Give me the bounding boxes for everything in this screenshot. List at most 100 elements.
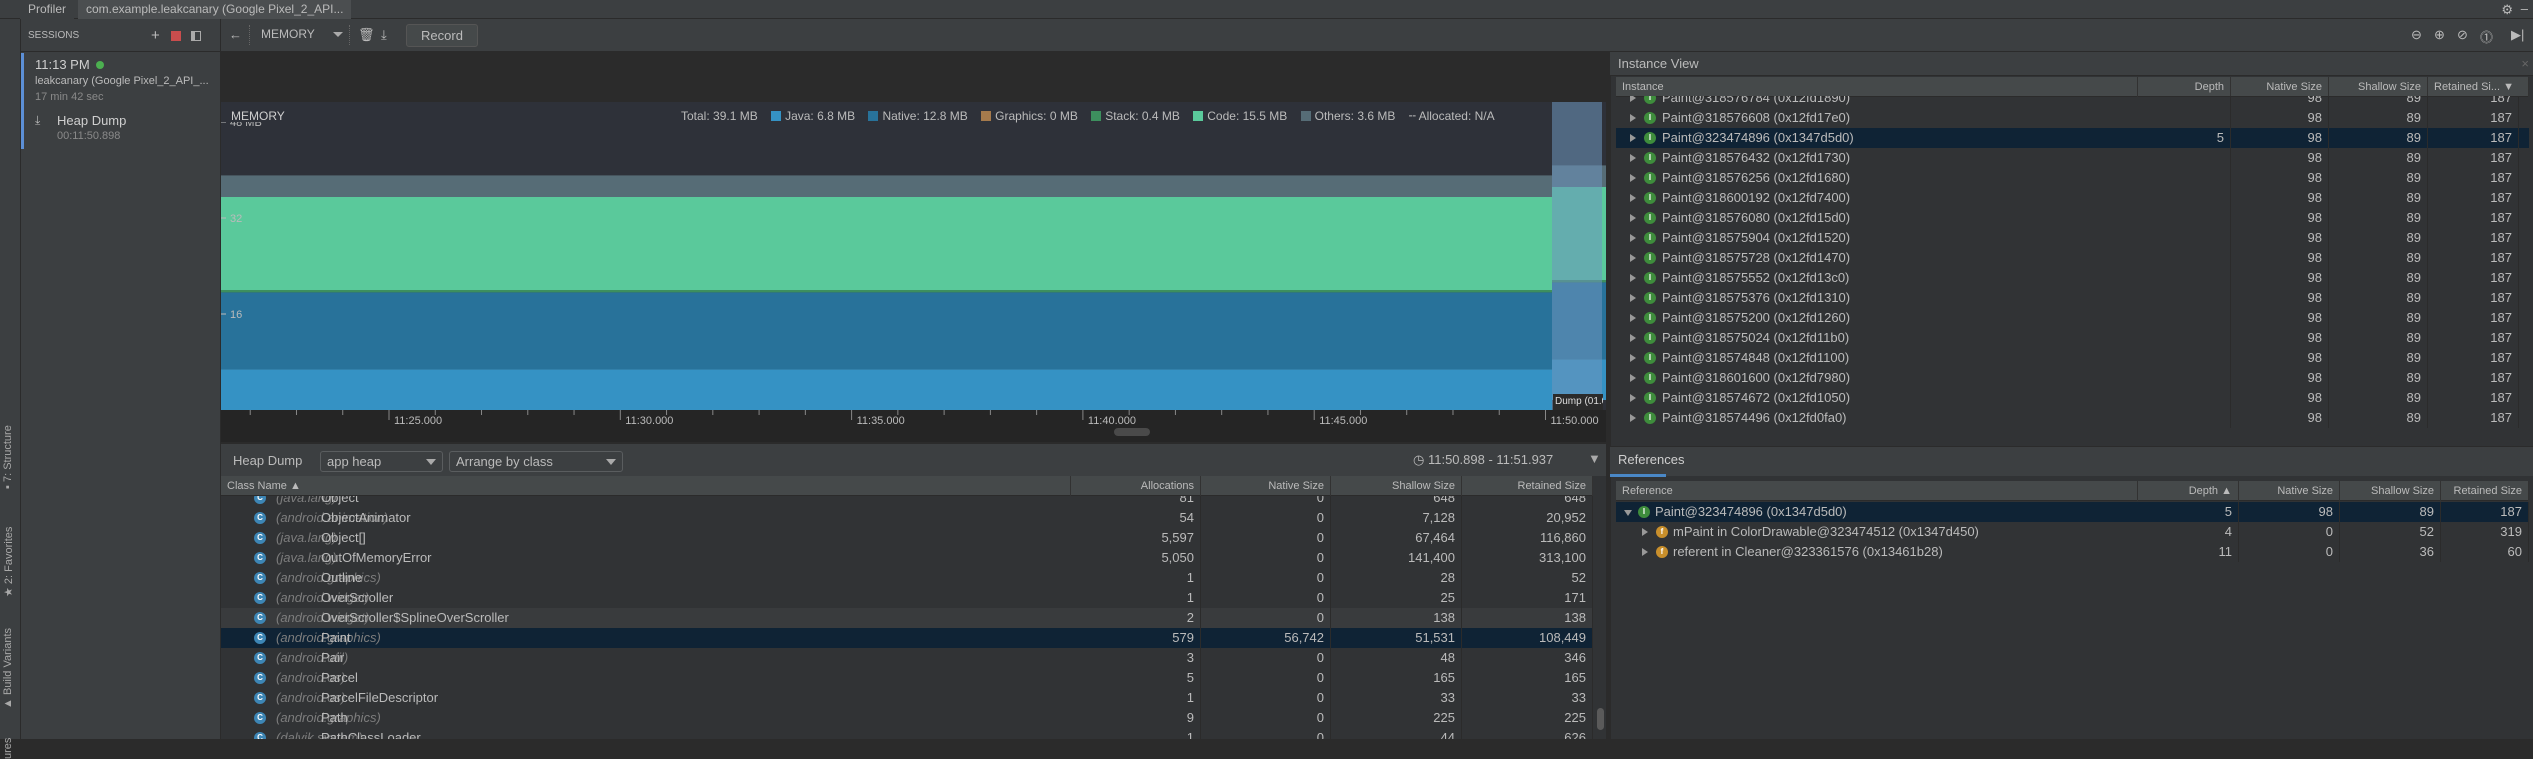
tab-references[interactable]: References	[1610, 447, 1684, 477]
col-retained-size[interactable]: Retained Size	[1462, 476, 1593, 496]
profiler-selector[interactable]: MEMORY	[261, 27, 343, 41]
expand-icon[interactable]	[1630, 414, 1636, 422]
expand-icon[interactable]	[1630, 114, 1636, 122]
col-native-size[interactable]: Native Size	[2231, 77, 2329, 97]
arrange-select[interactable]: Arrange by class	[449, 451, 623, 472]
col-depth[interactable]: Depth ▲	[2138, 481, 2239, 501]
col-reference[interactable]: Reference	[1616, 481, 2138, 501]
zoom-out-icon[interactable]: ⊖	[2411, 27, 2422, 43]
tab-captures[interactable]: ures	[2, 738, 14, 759]
go-live-icon[interactable]: ▶|	[2511, 27, 2524, 43]
expand-icon[interactable]	[1630, 374, 1636, 382]
tab-profiler[interactable]: Profiler	[20, 0, 75, 19]
class-row[interactable]: C Object[] (java.lang) 5,597 0 67,464 116,860	[221, 528, 1593, 548]
expand-icon[interactable]	[1630, 134, 1636, 142]
expand-icon[interactable]	[1642, 548, 1648, 556]
expand-icon[interactable]	[1630, 274, 1636, 282]
instance-row[interactable]: I Paint@318575024 (0x12fd11b0) 98 89 187	[1616, 328, 2529, 348]
instance-row[interactable]: I Paint@318575728 (0x12fd1470) 98 89 187	[1616, 248, 2529, 268]
minimize-icon[interactable]: –	[2521, 1, 2528, 16]
col-shallow-size[interactable]: Shallow Size	[2329, 77, 2428, 97]
timeline-scrollbar[interactable]	[1114, 428, 1150, 436]
gear-icon[interactable]: ⚙	[2501, 2, 2513, 18]
collapse-panel-icon[interactable]	[191, 31, 201, 41]
tab-session[interactable]: com.example.leakcanary (Google Pixel_2_A…	[78, 0, 352, 19]
heap-dump-selection[interactable]	[1552, 102, 1602, 412]
instance-row[interactable]: I Paint@318576784 (0x12fd1890) 98 89 187	[1616, 96, 2529, 108]
class-row[interactable]: C ParcelFileDescriptor (android.os) 1 0 33 33	[221, 688, 1593, 708]
col-retained-size[interactable]: Retained Size	[2441, 481, 2529, 501]
class-row[interactable]: C OverScroller (android.widget) 1 0 25 171	[221, 588, 1593, 608]
tab-build-variants[interactable]: ▲ Build Variants	[2, 628, 14, 709]
filter-icon[interactable]: ▼	[1588, 451, 1601, 466]
record-button[interactable]: Record	[406, 24, 478, 47]
instance-row[interactable]: I Paint@323474896 (0x1347d5d0) 5 98 89 187	[1616, 128, 2529, 148]
reset-zoom-icon[interactable]: ⊘	[2457, 27, 2468, 43]
expand-icon[interactable]	[1630, 354, 1636, 362]
session-item[interactable]: 11:13 PM leakcanary (Google Pixel_2_API_…	[21, 53, 221, 149]
col-instance[interactable]: Instance	[1616, 77, 2138, 97]
trash-icon[interactable]: 🗑	[358, 27, 375, 43]
expand-icon[interactable]	[1630, 334, 1636, 342]
expand-icon[interactable]	[1630, 234, 1636, 242]
stop-session-icon[interactable]	[171, 31, 181, 41]
class-table-scrollbar[interactable]	[1597, 708, 1604, 730]
instance-row[interactable]: I Paint@318574848 (0x12fd1100) 98 89 187	[1616, 348, 2529, 368]
class-row[interactable]: C Parcel (android.os) 5 0 165 165	[221, 668, 1593, 688]
close-icon[interactable]: ×	[2521, 52, 2529, 76]
expand-icon[interactable]	[1630, 294, 1636, 302]
instance-row[interactable]: I Paint@318576432 (0x12fd1730) 98 89 187	[1616, 148, 2529, 168]
col-class-name[interactable]: Class Name ▲	[221, 476, 1071, 496]
tab-favorites[interactable]: ★ 2: Favorites	[2, 527, 15, 597]
expand-icon[interactable]	[1630, 214, 1636, 222]
col-allocations[interactable]: Allocations	[1071, 476, 1201, 496]
col-native-size[interactable]: Native Size	[1201, 476, 1331, 496]
instance-row[interactable]: I Paint@318574496 (0x12fd0fa0) 98 89 187	[1616, 408, 2529, 428]
add-session-icon[interactable]: +	[151, 19, 160, 52]
instance-row[interactable]: I Paint@318600192 (0x12fd7400) 98 89 187	[1616, 188, 2529, 208]
heap-select[interactable]: app heap	[320, 451, 443, 472]
instance-row[interactable]: I Paint@318574672 (0x12fd1050) 98 89 187	[1616, 388, 2529, 408]
tab-structure[interactable]: ▪ 7: Structure	[2, 425, 14, 489]
collapse-icon[interactable]	[1624, 510, 1632, 516]
expand-icon[interactable]	[1630, 174, 1636, 182]
zoom-in-icon[interactable]: ⊕	[2434, 27, 2445, 43]
instance-row[interactable]: I Paint@318576080 (0x12fd15d0) 98 89 187	[1616, 208, 2529, 228]
col-retained-size[interactable]: Retained Si... ▼	[2428, 77, 2529, 97]
expand-icon[interactable]	[1630, 314, 1636, 322]
class-row[interactable]: C Path (android.graphics) 9 0 225 225	[221, 708, 1593, 728]
instance-row[interactable]: I Paint@318575552 (0x12fd13c0) 98 89 187	[1616, 268, 2529, 288]
memory-chart-area[interactable]: MEMORY Total: 39.1 MB Java: 6.8 MB Nativ…	[221, 52, 1606, 442]
class-row[interactable]: C PathClassLoader (dalvik.system) 1 0 44 626	[221, 728, 1593, 739]
instance-row[interactable]: I Paint@318575376 (0x12fd1310) 98 89 187	[1616, 288, 2529, 308]
reference-row[interactable]: f mPaint in ColorDrawable@323474512 (0x13…	[1616, 522, 2529, 542]
expand-icon[interactable]	[1630, 96, 1636, 102]
class-row[interactable]: C Pair (android.util) 3 0 48 346	[221, 648, 1593, 668]
col-shallow-size[interactable]: Shallow Size	[2340, 481, 2441, 501]
expand-icon[interactable]	[1630, 254, 1636, 262]
expand-icon[interactable]	[1630, 394, 1636, 402]
instance-row[interactable]: I Paint@318576608 (0x12fd17e0) 98 89 187	[1616, 108, 2529, 128]
instance-row[interactable]: I Paint@318576256 (0x12fd1680) 98 89 187	[1616, 168, 2529, 188]
instance-row[interactable]: I Paint@318575904 (0x12fd1520) 98 89 187	[1616, 228, 2529, 248]
col-depth[interactable]: Depth	[2138, 77, 2231, 97]
reference-row[interactable]: f referent in Cleaner@323361576 (0x13461b…	[1616, 542, 2529, 562]
reference-row[interactable]: I Paint@323474896 (0x1347d5d0) 5 98 89 187	[1616, 502, 2529, 522]
class-row[interactable]: C Paint (android.graphics) 579 56,742 51,531 1…	[221, 628, 1593, 648]
zoom-to-selection-icon[interactable]: ⓵	[2480, 27, 2493, 46]
back-icon[interactable]: ←	[229, 27, 242, 42]
expand-icon[interactable]	[1630, 194, 1636, 202]
expand-icon[interactable]	[1630, 154, 1636, 162]
instance-row[interactable]: I Paint@318601600 (0x12fd7980) 98 89 187	[1616, 368, 2529, 388]
heap-dump-artifact[interactable]: ⤓ Heap Dump 00:11:50.898	[35, 113, 215, 147]
col-native-size[interactable]: Native Size	[2239, 481, 2340, 501]
class-row[interactable]: C Outline (android.graphics) 1 0 28 52	[221, 568, 1593, 588]
class-row[interactable]: C ObjectAnimator (android.animation) 54 0 7,1…	[221, 508, 1593, 528]
col-shallow-size[interactable]: Shallow Size	[1331, 476, 1462, 496]
class-row[interactable]: C OverScroller$SplineOverScroller (android…	[221, 608, 1593, 628]
expand-icon[interactable]	[1642, 528, 1648, 536]
instance-row[interactable]: I Paint@318575200 (0x12fd1260) 98 89 187	[1616, 308, 2529, 328]
heap-dump-capture-icon[interactable]: ⤓	[381, 27, 387, 43]
class-row[interactable]: C Object (java.lang) 81 0 648 648	[221, 496, 1593, 508]
class-row[interactable]: C OutOfMemoryError (java.lang) 5,050 0 141,40…	[221, 548, 1593, 568]
